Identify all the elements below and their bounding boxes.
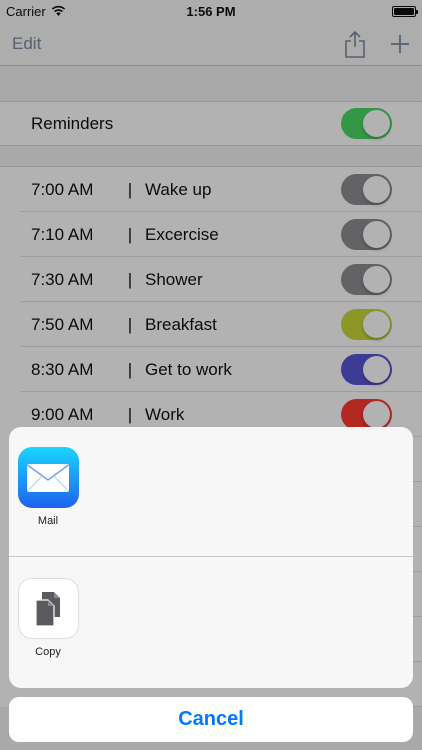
mail-icon: [17, 447, 79, 508]
copy-icon: [17, 578, 79, 639]
cancel-button[interactable]: Cancel: [9, 697, 413, 742]
mail-label: Mail: [37, 515, 59, 527]
copy-activity[interactable]: Copy: [17, 578, 79, 658]
action-activities-section: Copy: [9, 558, 413, 688]
copy-label: Copy: [35, 646, 61, 658]
share-activities-section: Mail: [9, 427, 413, 557]
mail-activity[interactable]: Mail: [17, 447, 79, 527]
share-sheet: Mail Copy: [9, 427, 413, 688]
